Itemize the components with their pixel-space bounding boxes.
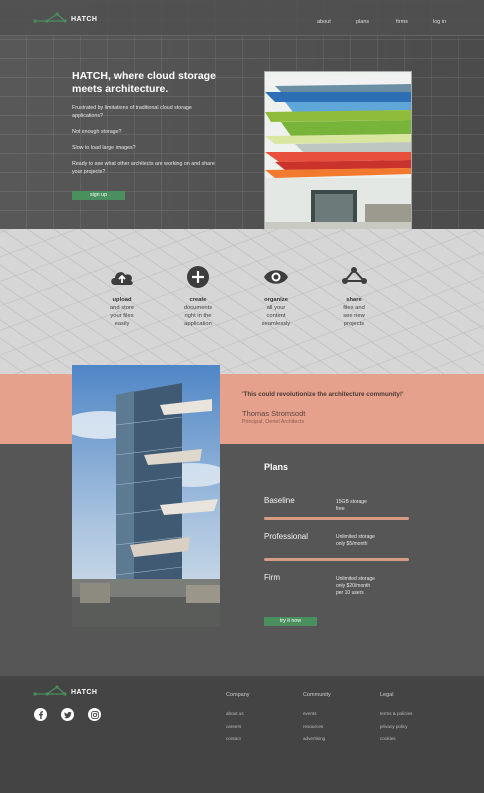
plan-divider <box>264 558 409 561</box>
twitter-icon <box>63 711 72 718</box>
plan-detail-line: per 10 users <box>336 590 364 596</box>
facebook-link[interactable] <box>34 708 47 721</box>
feature-title: upload <box>112 297 132 303</box>
feature-title: organize <box>264 297 288 303</box>
footer-link-cookies[interactable]: cookies <box>380 736 396 741</box>
feature-desc-line: content <box>266 313 286 319</box>
testimonial-quote: 'This could revolutionize the architectu… <box>242 391 404 398</box>
feature-desc-line: seamlessly <box>261 321 291 327</box>
tower-building-photo <box>72 365 220 627</box>
footer-link-about-us[interactable]: about us <box>226 711 244 716</box>
hero-paragraph-ready: Ready to see what other architects are w… <box>72 161 215 175</box>
nav-links: about plans firms log in <box>0 19 484 29</box>
nav-link-plans[interactable]: plans <box>356 19 369 25</box>
footer-link-contact[interactable]: contact <box>226 736 241 741</box>
hero-title: HATCH, where cloud storage meets archite… <box>72 70 216 95</box>
footer-link-events[interactable]: events <box>303 711 317 716</box>
nav-link-about[interactable]: about <box>317 19 331 25</box>
plus-circle-icon <box>187 266 209 288</box>
footer-column-title-company: Company <box>226 692 250 698</box>
network-logo-icon <box>33 685 67 696</box>
facebook-icon <box>38 710 43 719</box>
feature-upload: upload and store your files easily <box>92 265 152 328</box>
feature-title: create <box>189 297 207 303</box>
hero-paragraph-storage: Not enough storage? <box>72 129 122 135</box>
feature-desc-line: documents <box>183 305 213 311</box>
upload-cloud-icon <box>111 272 133 285</box>
instagram-link[interactable] <box>88 708 101 721</box>
feature-desc-line: your files <box>110 313 134 319</box>
nav-link-login[interactable]: log in <box>433 19 446 25</box>
hero-paragraph-slow: Slow to load large images? <box>72 145 136 151</box>
feature-share: share files and see new projects <box>324 265 384 328</box>
try-it-now-button[interactable]: try it now <box>264 617 317 626</box>
feature-desc-line: easily <box>114 321 130 327</box>
feature-organize: organize all your content seamlessly <box>246 265 306 328</box>
footer-link-terms[interactable]: terms & policies <box>380 711 412 716</box>
plan-detail-line: free <box>336 506 345 512</box>
hero-paragraph-frustrated: Frustrated by limitations of traditional… <box>72 105 192 119</box>
footer-link-privacy[interactable]: privacy policy <box>380 724 408 729</box>
footer-brand-name: HATCH <box>71 688 98 696</box>
plan-name-firm: Firm <box>264 573 280 582</box>
sign-up-button[interactable]: sign up <box>72 191 125 200</box>
share-icon <box>342 267 367 284</box>
footer-link-advertising[interactable]: advertising <box>303 736 325 741</box>
feature-desc-line: right in the <box>184 313 212 319</box>
footer-column-title-community: Community <box>303 692 331 698</box>
twitter-link[interactable] <box>61 708 74 721</box>
plan-name-baseline: Baseline <box>264 496 295 505</box>
feature-title: share <box>346 297 362 303</box>
feature-create: create documents right in the applicatio… <box>168 265 228 328</box>
plans-title: Plans <box>264 462 289 472</box>
feature-desc-line: see new <box>343 313 365 319</box>
instagram-icon <box>90 710 99 719</box>
hero-building-photo <box>264 71 412 237</box>
page: HATCH about plans firms log in HATCH, wh… <box>0 0 484 793</box>
footer-column-title-legal: Legal <box>380 692 394 698</box>
eye-icon <box>264 270 288 284</box>
footer-brand-logo[interactable]: HATCH <box>33 685 97 699</box>
feature-desc-line: and store <box>109 305 135 311</box>
feature-desc-line: projects <box>343 321 365 327</box>
feature-desc-line: files and <box>343 305 365 311</box>
features-background-sketch <box>0 229 484 374</box>
testimonial-role: Principal, Oertel Architects <box>242 419 305 425</box>
plan-divider <box>264 517 409 520</box>
feature-desc-line: all your <box>266 305 286 311</box>
footer-link-careers[interactable]: careers <box>226 724 241 729</box>
plan-detail-line: only $5/month <box>336 541 368 547</box>
nav-link-firms[interactable]: firms <box>396 19 408 25</box>
footer-link-resources[interactable]: resources <box>303 724 323 729</box>
plan-name-professional: Professional <box>264 532 309 541</box>
testimonial-author: Thomas Stromsodt <box>242 409 306 418</box>
features-section: upload and store your files easily creat… <box>0 229 484 374</box>
top-navbar: HATCH about plans firms log in <box>0 0 484 36</box>
feature-desc-line: application <box>184 321 212 327</box>
